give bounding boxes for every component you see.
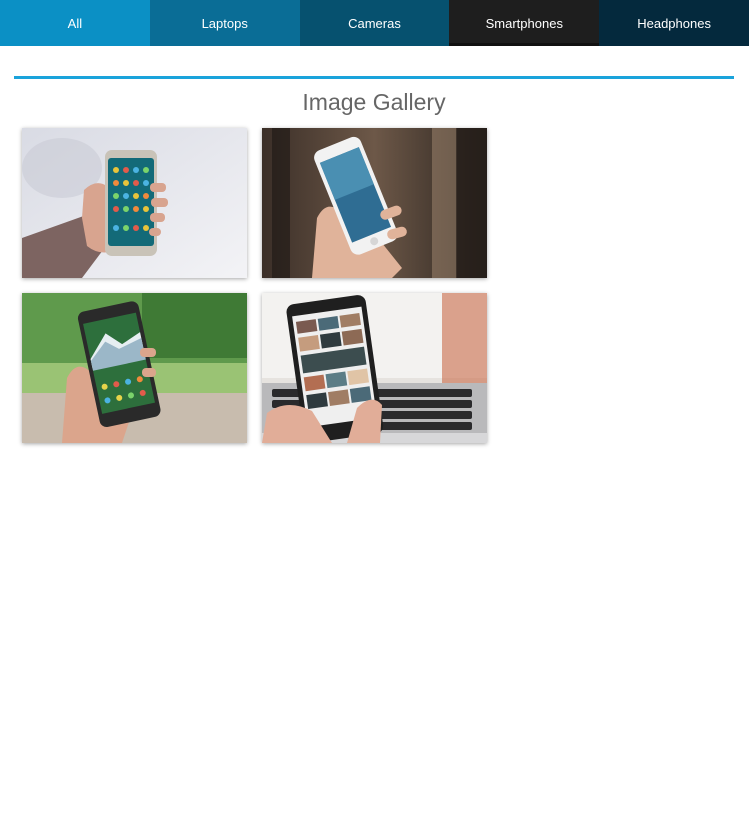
gallery-image-4[interactable]	[262, 293, 487, 443]
gallery-image-3[interactable]	[22, 293, 247, 443]
tab-label: Cameras	[348, 15, 401, 31]
image-gallery: Image Gallery	[14, 76, 734, 458]
tab-headphones[interactable]: Headphones	[599, 0, 749, 46]
tab-laptops[interactable]: Laptops	[149, 0, 300, 46]
tab-label: Laptops	[201, 15, 248, 31]
gallery-grid	[14, 128, 734, 458]
smartphone-over-laptop-photo-icon	[262, 293, 487, 443]
gallery-image-2[interactable]	[262, 128, 487, 278]
tab-all[interactable]: All	[0, 0, 150, 46]
android-phone-photo-icon	[22, 293, 247, 443]
tab-cameras[interactable]: Cameras	[299, 0, 450, 46]
tab-label: All	[67, 15, 83, 31]
tab-label: Headphones	[637, 15, 711, 31]
gallery-image-1[interactable]	[22, 128, 247, 278]
gallery-title: Image Gallery	[302, 89, 446, 115]
category-tabs: All Laptops Cameras Smartphones Headphon…	[0, 0, 749, 46]
tab-label: Smartphones	[485, 15, 563, 31]
tab-smartphones[interactable]: Smartphones	[449, 0, 600, 46]
iphone-photo-icon	[262, 128, 487, 278]
smartphone-photo-icon	[22, 128, 247, 278]
